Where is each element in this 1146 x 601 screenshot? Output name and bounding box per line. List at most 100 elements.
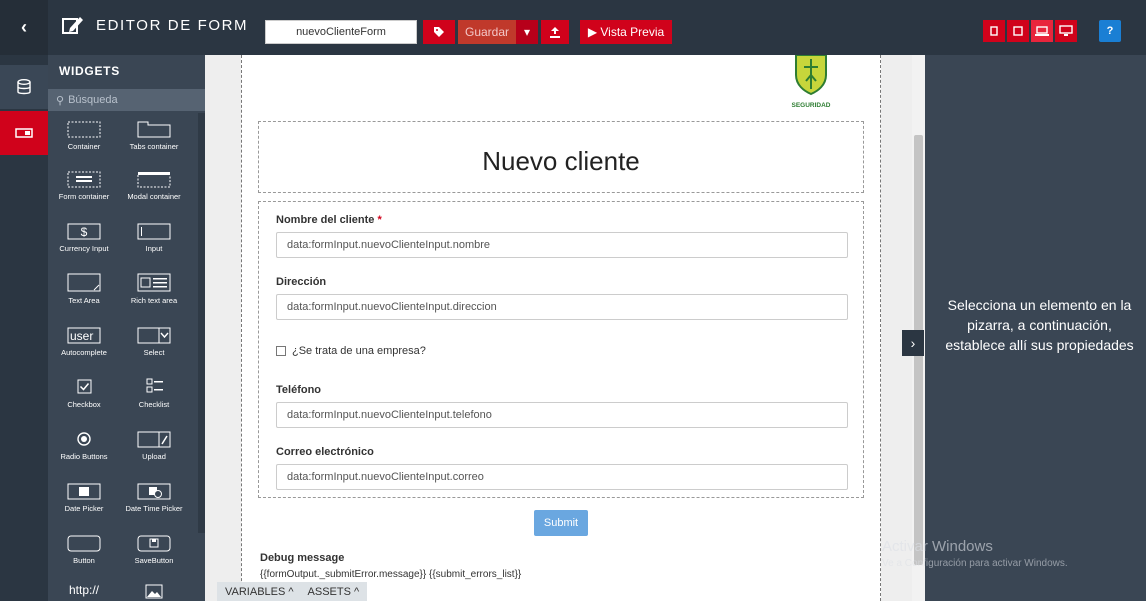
link-icon: http:// <box>68 583 100 597</box>
widget-radio-buttons[interactable]: Radio Buttons <box>52 425 116 473</box>
widget-currency-input[interactable]: $ Currency Input <box>52 217 116 265</box>
nombre-input[interactable] <box>276 232 848 258</box>
widget-scrollbar[interactable] <box>198 113 205 533</box>
form-title: Nuevo cliente <box>482 146 640 176</box>
input-icon <box>137 223 171 240</box>
widget-date-picker[interactable]: Date Picker <box>52 477 116 525</box>
widget-autocomplete[interactable]: user Autocomplete <box>52 321 116 369</box>
telefono-input[interactable] <box>276 402 848 428</box>
desktop-icon <box>1059 25 1073 36</box>
widget-save-button[interactable]: SaveButton <box>122 529 186 577</box>
field-label-telefono: Teléfono <box>276 384 322 396</box>
save-button-icon <box>137 535 171 552</box>
help-button[interactable]: ? <box>1099 20 1121 42</box>
widget-date-time-picker[interactable]: Date Time Picker <box>122 477 186 525</box>
properties-panel: Selecciona un elemento en la pizarra, a … <box>925 55 1146 601</box>
checkbox-icon <box>77 379 92 394</box>
svg-text:SEGURIDAD: SEGURIDAD <box>791 102 830 109</box>
preview-button[interactable]: ▶ Vista Previa <box>580 20 672 44</box>
form-name-input[interactable] <box>265 20 417 44</box>
direccion-input[interactable] <box>276 294 848 320</box>
phone-icon <box>990 26 998 36</box>
date-time-picker-icon <box>137 483 171 500</box>
help-icon: ? <box>1106 25 1114 37</box>
edit-icon <box>62 17 83 34</box>
windows-watermark-subtitle: Ve a Configuración para activar Windows. <box>882 558 1068 569</box>
field-label-nombre: Nombre del cliente * <box>276 214 382 226</box>
modal-container-icon <box>137 172 171 188</box>
text-area-icon <box>67 273 101 292</box>
widget-text-area[interactable]: Text Area <box>52 269 116 317</box>
widgets-tab[interactable] <box>0 111 48 155</box>
svg-text:$: $ <box>81 225 88 239</box>
title-container[interactable]: Nuevo cliente <box>258 121 864 193</box>
checkbox-box[interactable] <box>276 346 286 356</box>
widget-container[interactable]: Container <box>52 115 116 163</box>
form-container[interactable]: Nombre del cliente * Dirección ¿Se trata… <box>258 201 864 498</box>
widget-search-placeholder: Búsqueda <box>68 94 118 106</box>
container-icon <box>67 121 101 138</box>
tag-button[interactable] <box>423 20 455 44</box>
export-icon <box>550 27 560 38</box>
date-picker-icon <box>67 483 101 500</box>
submit-button[interactable]: Submit <box>534 510 588 536</box>
chevron-left-icon: ‹ <box>21 17 27 37</box>
save-button[interactable]: Guardar <box>458 20 516 44</box>
currency-input-icon: $ <box>67 223 101 240</box>
top-toolbar: ‹ EDITOR DE FORM Guardar ▾ ▶ Vista Previ… <box>0 0 1146 55</box>
widget-image[interactable] <box>122 581 186 601</box>
back-button[interactable]: ‹ <box>0 0 48 55</box>
required-mark: * <box>377 214 382 226</box>
widget-upload[interactable]: Upload <box>122 425 186 473</box>
windows-watermark-title: Activar Windows <box>882 538 993 555</box>
widget-search-input[interactable]: ⚲ Búsqueda <box>48 89 205 111</box>
laptop-view-button[interactable] <box>1031 20 1053 42</box>
form-canvas: SEGURIDAD Nuevo cliente Nombre del clien… <box>205 54 925 601</box>
company-checkbox[interactable]: ¿Se trata de una empresa? <box>276 345 426 357</box>
widget-grid: Container Tabs container Form container … <box>48 113 198 601</box>
widget-button[interactable]: Button <box>52 529 116 577</box>
database-icon <box>17 79 31 95</box>
logo: SEGURIDAD <box>776 54 846 111</box>
properties-message: Selecciona un elemento en la pizarra, a … <box>945 297 1134 353</box>
save-dropdown-button[interactable]: ▾ <box>516 20 538 44</box>
widget-form-container[interactable]: Form container <box>52 165 116 213</box>
phone-view-button[interactable] <box>983 20 1005 42</box>
caret-down-icon: ▾ <box>523 25 531 39</box>
widget-link[interactable]: http:// <box>52 581 116 601</box>
company-checkbox-label: ¿Se trata de una empresa? <box>292 345 426 357</box>
assets-tab[interactable]: ASSETS ^ <box>308 586 360 598</box>
tablet-icon <box>1013 26 1023 36</box>
laptop-icon <box>1035 26 1049 36</box>
form-page: SEGURIDAD Nuevo cliente Nombre del clien… <box>241 54 881 601</box>
editor-title: EDITOR DE FORM <box>96 16 249 34</box>
radio-buttons-icon <box>77 432 91 446</box>
widget-checklist[interactable]: Checklist <box>122 373 186 421</box>
data-tab[interactable] <box>0 65 48 109</box>
editor-heading: EDITOR DE FORM <box>62 14 248 36</box>
tablet-view-button[interactable] <box>1007 20 1029 42</box>
tabs-container-icon <box>137 121 171 138</box>
search-icon: ⚲ <box>56 94 65 107</box>
rich-text-area-icon <box>137 273 171 292</box>
correo-input[interactable] <box>276 464 848 490</box>
shield-logo-icon: SEGURIDAD <box>791 54 831 109</box>
widget-input[interactable]: Input <box>122 217 186 265</box>
image-icon <box>145 584 163 599</box>
widget-modal-container[interactable]: Modal container <box>122 165 186 213</box>
widgets-panel: WIDGETS ⚲ Búsqueda Container Tabs contai… <box>48 55 205 601</box>
widget-rich-text-area[interactable]: Rich text area <box>122 269 186 317</box>
widget-select[interactable]: Select <box>122 321 186 369</box>
button-icon <box>67 535 101 552</box>
debug-expression: {{formOutput._submitError.message}} {{su… <box>260 569 522 580</box>
widget-checkbox[interactable]: Checkbox <box>52 373 116 421</box>
export-button[interactable] <box>541 20 569 44</box>
canvas-scrollbar[interactable] <box>912 55 925 601</box>
tag-icon <box>434 27 444 37</box>
widget-tabs-container[interactable]: Tabs container <box>122 115 186 163</box>
debug-title: Debug message <box>260 552 345 564</box>
properties-toggle-button[interactable]: › <box>902 330 924 356</box>
bottom-tabs: VARIABLES ^ ASSETS ^ <box>217 582 368 601</box>
desktop-view-button[interactable] <box>1055 20 1077 42</box>
variables-tab[interactable]: VARIABLES ^ <box>225 586 294 598</box>
